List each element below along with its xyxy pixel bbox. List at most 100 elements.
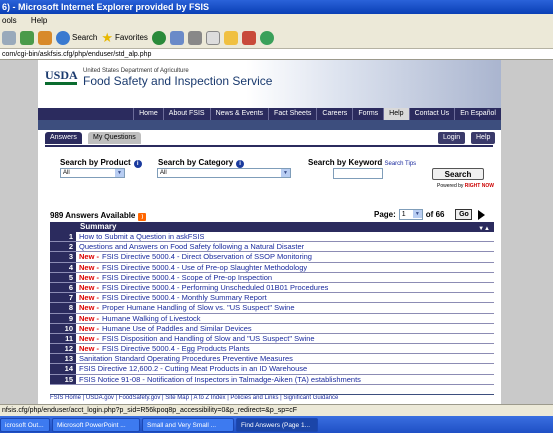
nav-fact-sheets[interactable]: Fact Sheets xyxy=(268,108,316,120)
taskbar-find-answers[interactable]: Find Answers (Page 1... xyxy=(236,417,318,432)
search-submit-button[interactable]: Search xyxy=(432,168,484,180)
answer-title: FSIS Directive 5000.4 - Monthly Summary … xyxy=(102,293,267,303)
answer-row: 11 New - FSIS Disposition and Handling of … xyxy=(50,333,494,345)
answer-number: 11 xyxy=(50,333,76,344)
address-bar[interactable]: com/cgi-bin/askfsis.cfg/php/enduser/std_… xyxy=(0,49,553,60)
new-badge: New - xyxy=(79,282,100,292)
edit-icon[interactable] xyxy=(205,30,220,45)
answer-link[interactable]: New - Humane Walking of Livestock xyxy=(76,314,201,323)
answer-link[interactable]: New - FSIS Directive 5000.4 - Use of Pre-… xyxy=(76,263,307,272)
usda-logo[interactable]: USDA xyxy=(45,67,78,85)
answer-link[interactable]: New - FSIS Directive 5000.4 - Scope of Pr… xyxy=(76,273,272,282)
answer-link[interactable]: How to Submit a Question in askFSIS xyxy=(76,232,204,241)
answer-title: Questions and Answers on Food Safety fol… xyxy=(79,242,305,252)
answer-row: 7 New - FSIS Directive 5000.4 - Monthly Su… xyxy=(50,293,494,304)
answer-link[interactable]: New - FSIS Directive 5000.4 - Egg Product… xyxy=(76,344,250,353)
tab-answers[interactable]: Answers xyxy=(45,132,82,144)
answer-title: FSIS Directive 5000.4 - Performing Unsch… xyxy=(102,282,329,292)
answer-number: 13 xyxy=(50,354,76,364)
page-label: Page: xyxy=(374,210,396,219)
home-icon[interactable] xyxy=(38,30,52,45)
category-select[interactable]: All xyxy=(157,168,291,178)
product-label-text: Search by Product xyxy=(60,158,131,167)
answer-row: 6 New - FSIS Directive 5000.4 - Performing… xyxy=(50,282,494,294)
tab-my-questions[interactable]: My Questions xyxy=(88,132,141,144)
answer-number: 8 xyxy=(50,303,76,313)
nav-home[interactable]: Home xyxy=(133,108,163,120)
answer-row: 2 Questions and Answers on Food Safety fo… xyxy=(50,242,494,253)
answer-link[interactable]: Sanitation Standard Operating Procedures… xyxy=(76,354,293,363)
discuss-icon[interactable] xyxy=(241,30,256,45)
next-page-icon[interactable] xyxy=(478,209,486,220)
new-badge: New - xyxy=(79,333,100,343)
messenger-icon[interactable] xyxy=(259,30,274,45)
answer-title: Humane Use of Paddles and Similar Device… xyxy=(102,323,252,333)
answer-link[interactable]: New - FSIS Directive 5000.4 - Direct Obse… xyxy=(76,252,312,261)
nav-help[interactable]: Help xyxy=(383,108,409,120)
answer-link[interactable]: FSIS Directive 12,600.2 - Cutting Meat P… xyxy=(76,364,307,373)
answer-row: 10 New - Humane Use of Paddles and Similar… xyxy=(50,323,494,334)
search-button[interactable]: Search xyxy=(56,30,97,45)
new-badge: New - xyxy=(79,344,100,354)
answer-link[interactable]: New - Humane Use of Paddles and Similar D… xyxy=(76,324,252,333)
nav-news[interactable]: News & Events xyxy=(209,108,268,120)
taskbar-powerpoint[interactable]: Microsoft PowerPoint ... xyxy=(52,417,140,432)
print-icon[interactable] xyxy=(187,30,202,45)
nav-espanol[interactable]: En Español xyxy=(454,108,501,120)
nav-about[interactable]: About FSIS xyxy=(162,108,210,120)
nav-careers[interactable]: Careers xyxy=(316,108,352,120)
answer-number: 4 xyxy=(50,262,76,272)
pagination: Page: 1 of 66 Go xyxy=(374,209,486,220)
page-select[interactable]: 1 xyxy=(398,209,423,220)
answer-number: 10 xyxy=(50,323,76,333)
keyword-input[interactable] xyxy=(333,168,383,179)
search-by-product-label: Search by Product i xyxy=(60,158,142,168)
taskbar-small-very-small[interactable]: Small and Very Small ... xyxy=(142,417,234,432)
answer-link[interactable]: New - FSIS Disposition and Handling of Sl… xyxy=(76,334,315,343)
search-tips-link[interactable]: Search Tips xyxy=(384,161,416,167)
rss-icon[interactable]: ) xyxy=(138,213,147,221)
tab-bar: Answers My Questions Login Help xyxy=(38,130,501,146)
refresh-icon[interactable] xyxy=(20,30,34,45)
info-icon[interactable]: i xyxy=(133,160,142,168)
site-footer: FSIS Home | USDA.gov | FoodSafety.gov | … xyxy=(50,394,494,404)
answer-link[interactable]: New - Proper Humane Handling of Slow vs. … xyxy=(76,303,295,312)
menu-tools[interactable]: ools xyxy=(2,16,17,25)
answer-number: 9 xyxy=(50,313,76,323)
answer-link[interactable]: New - FSIS Directive 5000.4 - Monthly Sum… xyxy=(76,293,267,302)
new-badge: New - xyxy=(79,303,100,313)
login-button[interactable]: Login xyxy=(438,132,466,144)
folder-icon[interactable] xyxy=(223,30,238,45)
nav-forms[interactable]: Forms xyxy=(352,108,383,120)
tab-underline xyxy=(45,145,493,147)
answer-row: 8 New - Proper Humane Handling of Slow vs.… xyxy=(50,303,494,314)
answer-link[interactable]: Questions and Answers on Food Safety fol… xyxy=(76,242,304,251)
toolbar: Search ★ Favorites xyxy=(0,27,553,49)
history-icon[interactable] xyxy=(151,30,166,45)
status-bar: nfsis.cfg/php/enduser/acct_login.php?p_s… xyxy=(0,404,553,416)
help-button[interactable]: Help xyxy=(471,132,496,144)
search-by-category-label: Search by Category i xyxy=(158,158,245,168)
menu-bar: ools Help xyxy=(0,14,553,27)
category-label-text: Search by Category xyxy=(158,158,234,167)
favorites-button[interactable]: ★ Favorites xyxy=(101,30,148,46)
taskbar-outlook[interactable]: icrosoft Out... xyxy=(0,417,50,432)
answer-link[interactable]: FSIS Notice 91-08 - Notification of Insp… xyxy=(76,375,361,384)
info-icon[interactable]: i xyxy=(236,160,245,168)
answer-row: 9 New - Humane Walking of Livestock xyxy=(50,313,494,324)
rightnow-logo: RIGHT NOW xyxy=(464,183,494,189)
answer-title: FSIS Directive 5000.4 - Use of Pre-op Sl… xyxy=(102,262,308,272)
forward-icon[interactable] xyxy=(2,30,16,45)
page-total: of 66 xyxy=(425,210,445,219)
go-button[interactable]: Go xyxy=(455,209,473,220)
mail-icon[interactable] xyxy=(169,30,184,45)
answer-number: 3 xyxy=(50,252,76,262)
agency-name: Food Safety and Inspection Service xyxy=(83,74,273,88)
menu-help[interactable]: Help xyxy=(31,16,47,25)
answer-title: FSIS Disposition and Handling of Slow an… xyxy=(102,333,315,343)
powered-text: Powered by xyxy=(437,183,464,189)
answer-link[interactable]: New - FSIS Directive 5000.4 - Performing … xyxy=(76,283,328,292)
nav-contact[interactable]: Contact Us xyxy=(408,108,455,120)
answer-number: 12 xyxy=(50,344,76,354)
product-select[interactable]: All xyxy=(60,168,125,178)
